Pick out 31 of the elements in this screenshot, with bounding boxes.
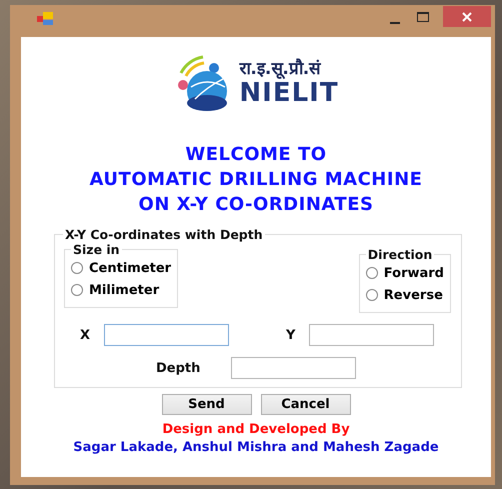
radio-button[interactable] xyxy=(366,289,378,301)
input-field[interactable] xyxy=(104,324,229,346)
input-field[interactable] xyxy=(231,357,356,379)
group-title: Size in xyxy=(73,242,120,257)
radio-button[interactable] xyxy=(71,284,83,296)
radio-option[interactable]: Reverse xyxy=(366,284,444,306)
heading-line: AUTOMATIC DRILLING MACHINE xyxy=(90,168,422,192)
heading-line: WELCOME TO xyxy=(185,143,327,167)
radio-option[interactable]: Centimeter xyxy=(71,257,172,279)
close-button[interactable] xyxy=(443,6,491,27)
group-title: X-Y Co-ordinates with Depth xyxy=(65,227,263,242)
logo-hindi-text: रा.इ.सू.प्रौ.सं xyxy=(239,59,320,79)
group-title: Direction xyxy=(368,247,432,262)
radio-button[interactable] xyxy=(366,267,378,279)
radio-button[interactable] xyxy=(71,262,83,274)
field-label: Y xyxy=(286,328,296,342)
input-field[interactable] xyxy=(309,324,434,346)
logo-text: NIELIT xyxy=(239,79,339,107)
action-button[interactable]: Send xyxy=(162,394,252,415)
credits-title: Design and Developed By xyxy=(162,422,350,437)
heading-line: ON X-Y CO-ORDINATES xyxy=(138,193,374,217)
close-icon xyxy=(462,12,472,22)
field-label: Depth xyxy=(156,360,202,376)
radio-option[interactable]: Forward xyxy=(366,262,444,284)
app-icon xyxy=(37,12,53,25)
action-button[interactable]: Cancel xyxy=(260,394,350,415)
minimize-icon xyxy=(390,22,400,24)
field-label: X xyxy=(80,328,92,342)
maximize-icon xyxy=(417,12,429,22)
radio-option[interactable]: Milimeter xyxy=(71,279,172,301)
credits-authors: Sagar Lakade, Anshul Mishra and Mahesh Zagade xyxy=(73,440,439,455)
